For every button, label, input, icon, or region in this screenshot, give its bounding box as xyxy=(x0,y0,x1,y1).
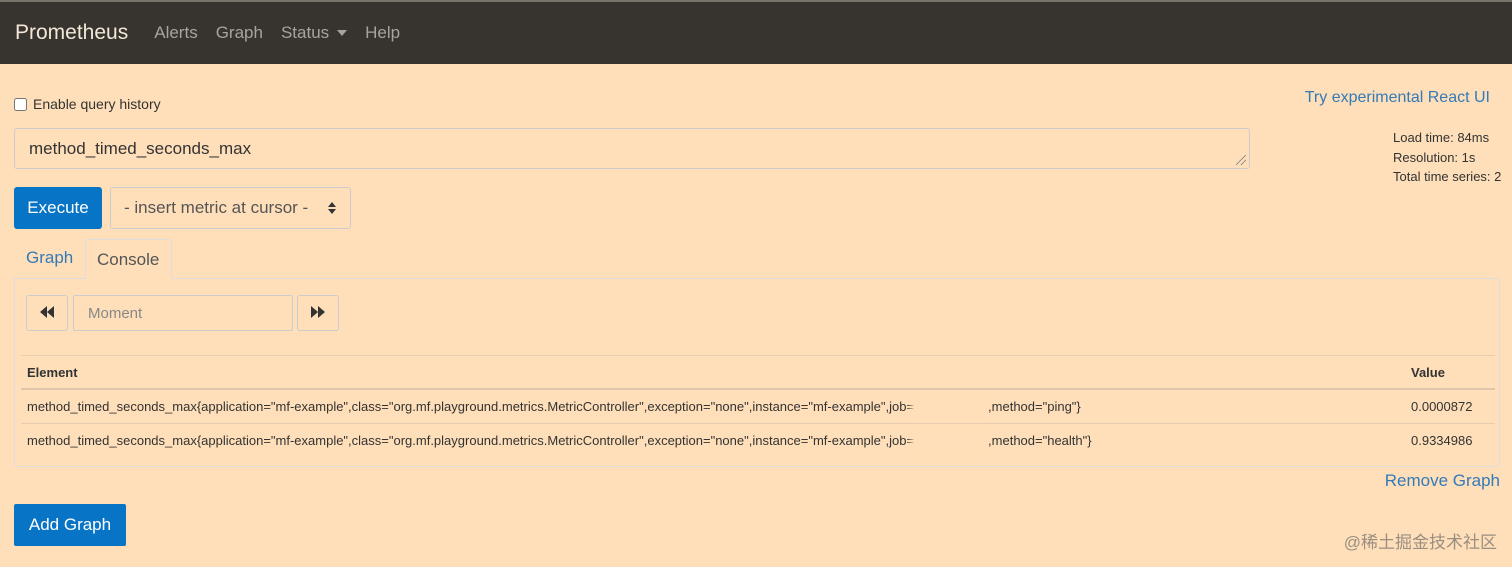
query-history-toggle[interactable]: Enable query history xyxy=(14,96,161,112)
select-arrows-icon xyxy=(327,202,337,214)
top-navbar: Prometheus Alerts Graph Status Help xyxy=(0,0,1512,64)
redacted-job-value xyxy=(914,400,989,415)
table-row: method_timed_seconds_max{application="mf… xyxy=(21,422,1495,457)
results-table: Element Value method_timed_seconds_max{a… xyxy=(21,355,1495,457)
value-cell: 0.9334986 xyxy=(1405,422,1495,457)
moment-input[interactable]: Moment xyxy=(73,295,293,331)
insert-metric-select[interactable]: - insert metric at cursor - xyxy=(110,187,351,229)
element-cell: method_timed_seconds_max{application="mf… xyxy=(21,388,1405,424)
watermark-text: @稀土掘金技术社区 xyxy=(1343,533,1497,552)
nav-graph[interactable]: Graph xyxy=(216,23,263,43)
element-column-header: Element xyxy=(21,355,1405,390)
tab-graph[interactable]: Graph xyxy=(26,248,73,268)
query-history-label: Enable query history xyxy=(33,96,161,112)
caret-down-icon xyxy=(337,30,348,36)
console-panel: Moment Element Value method_timed_second… xyxy=(14,278,1500,467)
add-graph-button[interactable]: Add Graph xyxy=(14,504,126,546)
expression-input[interactable]: method_timed_seconds_max xyxy=(14,128,1250,169)
resolution: Resolution: 1s xyxy=(1393,149,1476,165)
moment-forward-button[interactable] xyxy=(297,295,339,331)
value-cell: 0.0000872 xyxy=(1405,388,1495,424)
resize-grip-icon[interactable] xyxy=(1236,155,1246,165)
fast-forward-icon xyxy=(311,305,325,321)
total-time-series: Total time series: 2 xyxy=(1393,169,1502,184)
execute-button[interactable]: Execute xyxy=(14,187,102,229)
nav-status-label: Status xyxy=(280,23,330,42)
query-stats: Load time: 84ms Resolution: 1s Total tim… xyxy=(1393,128,1501,187)
nav-status-dropdown[interactable]: Status xyxy=(280,23,348,43)
moment-back-button[interactable] xyxy=(26,295,68,331)
table-header-row: Element Value xyxy=(21,355,1495,390)
main-page: Enable query history Try experimental Re… xyxy=(0,64,1512,567)
brand-link[interactable]: Prometheus xyxy=(15,21,128,45)
redacted-job-value xyxy=(914,434,989,449)
remove-graph-link[interactable]: Remove Graph xyxy=(1385,471,1500,491)
nav-alerts[interactable]: Alerts xyxy=(154,23,197,43)
element-cell: method_timed_seconds_max{application="mf… xyxy=(21,422,1405,457)
insert-metric-label: - insert metric at cursor - xyxy=(124,198,309,217)
table-row: method_timed_seconds_max{application="mf… xyxy=(21,388,1495,424)
query-history-checkbox[interactable] xyxy=(14,97,27,111)
value-column-header: Value xyxy=(1405,355,1495,390)
tab-console[interactable]: Console xyxy=(85,239,172,279)
nav-help[interactable]: Help xyxy=(365,23,400,43)
expression-text: method_timed_seconds_max xyxy=(29,139,252,158)
fast-backward-icon xyxy=(40,305,54,321)
react-ui-link[interactable]: Try experimental React UI xyxy=(1305,89,1490,107)
load-time: Load time: 84ms xyxy=(1393,130,1490,145)
